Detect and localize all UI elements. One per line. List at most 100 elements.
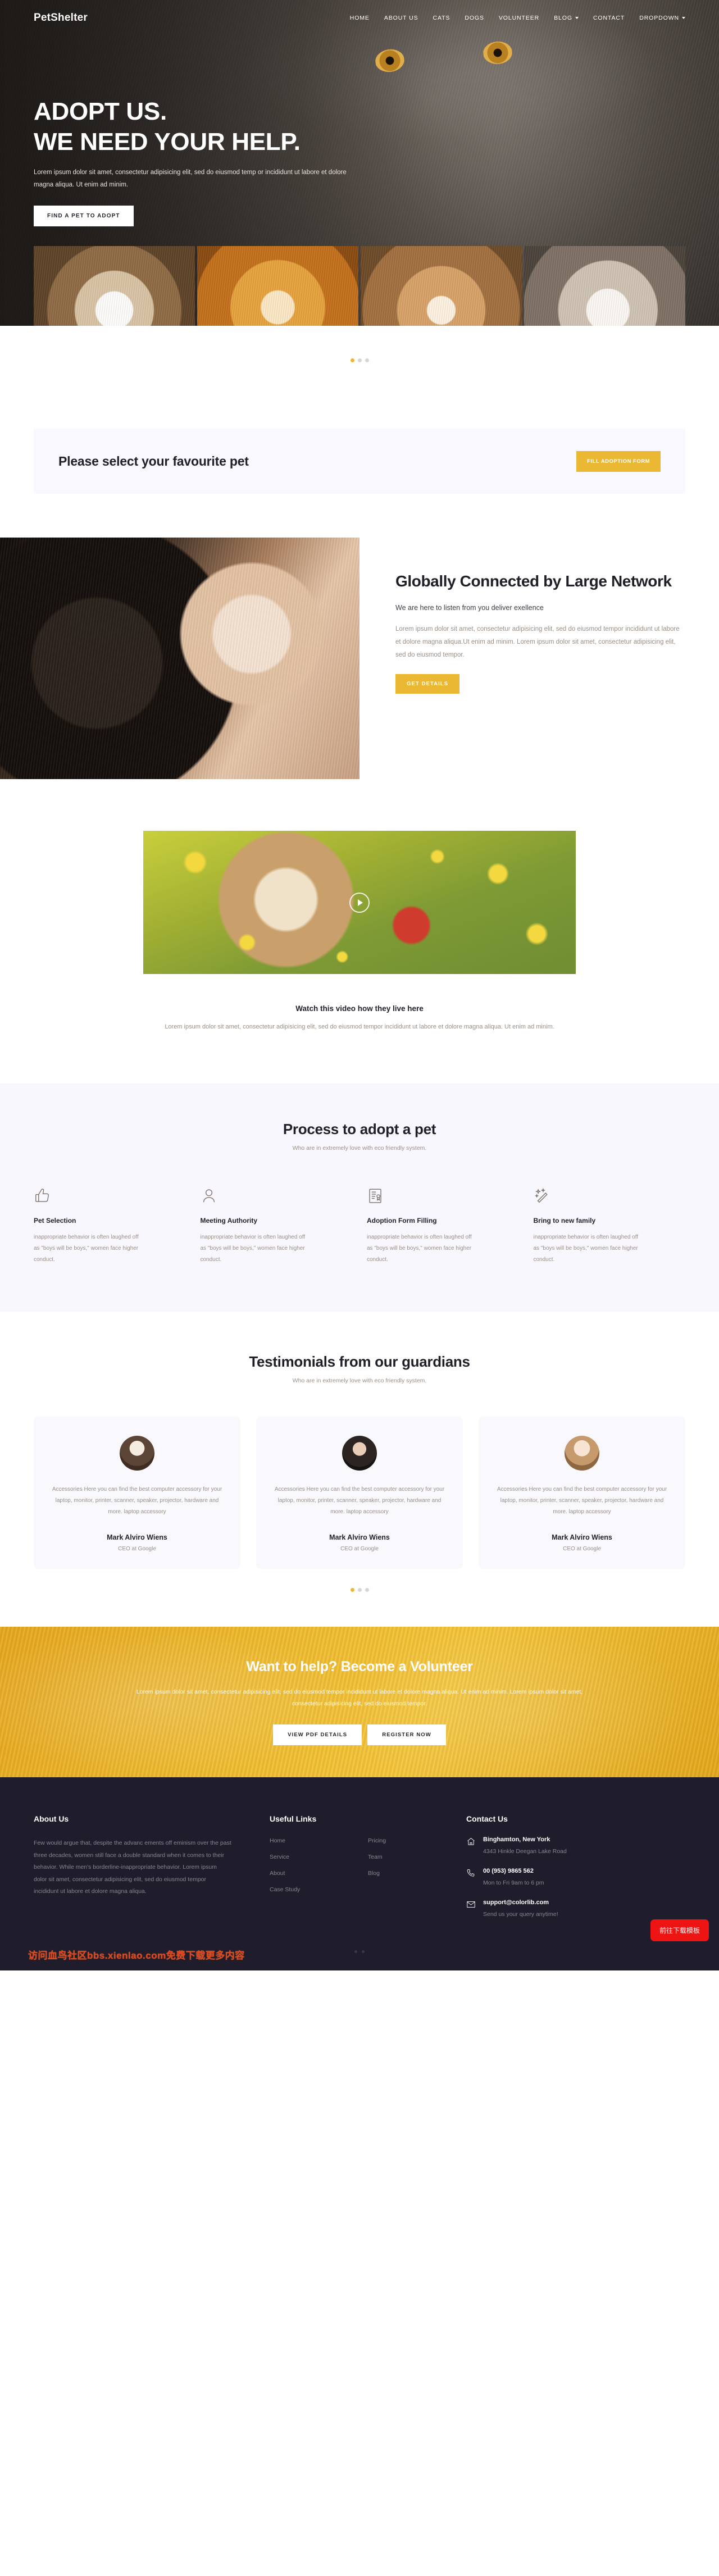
nav-item-volunteer[interactable]: VOLUNTEER <box>499 15 539 21</box>
testimonials-slider-dots <box>34 1588 685 1592</box>
slider-dot-1[interactable] <box>350 358 354 362</box>
testimonials-container: Testimonials from our guardians Who are … <box>34 1353 685 1592</box>
hero-slider-dots-wrap: Please select your favourite pet Fill Ad… <box>0 326 719 494</box>
thumbs-up-icon <box>34 1187 186 1204</box>
hero-slider-dots <box>0 358 719 362</box>
play-icon[interactable] <box>349 892 370 913</box>
testimonial-card: Accessories Here you can find the best c… <box>34 1417 240 1569</box>
testimonial-dot-2[interactable] <box>357 1588 362 1592</box>
globally-connected-section: Globally Connected by Large Network We a… <box>0 538 719 779</box>
contact-sub: Send us your query anytime! <box>483 1911 558 1918</box>
avatar <box>342 1436 377 1471</box>
nav-item-cats[interactable]: CATS <box>433 15 450 21</box>
pet-thumbnail-orange-cat[interactable] <box>197 246 358 326</box>
feature-title: Meeting Authority <box>200 1217 258 1225</box>
select-bar-container: Please select your favourite pet Fill Ad… <box>34 429 685 494</box>
feature-text: inappropriate behavior is often laughed … <box>34 1234 139 1263</box>
hero-subtitle: Lorem ipsum dolor sit amet, consectetur … <box>34 169 347 188</box>
video-section: Watch this video how they live here Lore… <box>0 831 719 1033</box>
process-container: Process to adopt a pet Who are in extrem… <box>34 1121 685 1266</box>
testimonial-role: CEO at Google <box>563 1546 601 1552</box>
pet-thumbnail-dog[interactable] <box>34 246 195 326</box>
download-template-button[interactable]: 前往下载模板 <box>650 1919 709 1941</box>
video-thumbnail[interactable] <box>143 831 576 974</box>
footer-link-pricing[interactable]: Pricing <box>368 1837 466 1844</box>
testimonial-dot-3[interactable] <box>365 1588 369 1592</box>
nav-item-home[interactable]: HOME <box>350 15 370 21</box>
certificate-icon <box>367 1187 519 1204</box>
nav-item-contact[interactable]: CONTACT <box>593 15 625 21</box>
mail-icon <box>466 1900 476 1918</box>
testimonial-role: CEO at Google <box>118 1546 156 1552</box>
hero-title-line1: ADOPT US. <box>34 98 167 125</box>
testimonials-subtitle: Who are in extremely love with eco frien… <box>292 1377 427 1384</box>
testimonial-name: Mark Alviro Wiens <box>107 1533 167 1541</box>
globally-connected-title: Globally Connected by Large Network <box>395 572 672 590</box>
hero-content: ADOPT US. WE NEED YOUR HELP. Lorem ipsum… <box>34 36 685 226</box>
find-a-pet-button[interactable]: FIND A PET TO ADOPT <box>34 205 134 226</box>
nav-label: HOME <box>349 15 370 21</box>
nav-item-dogs[interactable]: DOGS <box>465 15 484 21</box>
nav-label: CONTACT <box>593 15 625 21</box>
footer-columns: About Us Few would argue that, despite t… <box>34 1814 685 1918</box>
chevron-down-icon <box>575 17 579 19</box>
contact-address-text: Binghamton, New York 4343 Hinkle Deegan … <box>483 1836 567 1855</box>
testimonial-quote: Accessories Here you can find the best c… <box>274 1486 445 1515</box>
hero-section: PetShelter HOME ABOUT US CATS DOGS VOLUN… <box>0 0 719 326</box>
testimonial-quote: Accessories Here you can find the best c… <box>52 1486 222 1515</box>
brand-logo[interactable]: PetShelter <box>34 12 88 24</box>
contact-main[interactable]: support@colorlib.com <box>483 1899 558 1906</box>
avatar <box>565 1436 599 1471</box>
footer-decor-dot <box>362 1950 365 1953</box>
phone-icon <box>466 1868 476 1886</box>
footer-link-team[interactable]: Team <box>368 1854 466 1860</box>
cta-title: Want to help? Become a Volunteer <box>246 1659 473 1674</box>
footer-link-home[interactable]: Home <box>270 1837 368 1844</box>
feature-pet-selection: Pet Selection inappropriate behavior is … <box>34 1187 186 1266</box>
testimonial-quote: Accessories Here you can find the best c… <box>497 1486 667 1515</box>
feature-adoption-form-filling: Adoption Form Filling inappropriate beha… <box>367 1187 519 1266</box>
main-navigation: PetShelter HOME ABOUT US CATS DOGS VOLUN… <box>34 0 685 36</box>
feature-bring-to-new-family: Bring to new family inappropriate behavi… <box>534 1187 686 1266</box>
select-bar-title: Please select your favourite pet <box>58 453 249 468</box>
select-favourite-pet-bar: Please select your favourite pet Fill Ad… <box>34 429 685 494</box>
nav-item-blog[interactable]: BLOG <box>554 15 579 21</box>
footer-link-about[interactable]: About <box>270 1870 368 1877</box>
slider-dot-3[interactable] <box>365 358 369 362</box>
contact-row-phone: 00 (953) 9865 562 Mon to Fri 9am to 6 pm <box>466 1868 685 1886</box>
footer-link-case-study[interactable]: Case Study <box>270 1886 368 1893</box>
footer-about-column: About Us Few would argue that, despite t… <box>34 1814 270 1918</box>
contact-main[interactable]: 00 (953) 9865 562 <box>483 1868 544 1874</box>
footer-contact-title: Contact Us <box>466 1814 508 1823</box>
register-now-button[interactable]: REGISTER NOW <box>367 1724 446 1745</box>
fill-adoption-form-button[interactable]: Fill Adoption Form <box>576 450 661 472</box>
view-pdf-details-button[interactable]: VIEW PDF DETAILS <box>273 1724 362 1745</box>
testimonial-dot-1[interactable] <box>350 1588 354 1592</box>
footer-links-grid: Home Service About Case Study Pricing Te… <box>270 1837 466 1903</box>
globally-connected-lead: We are here to listen from you deliver e… <box>395 604 544 612</box>
footer-links-col-2: Pricing Team Blog <box>368 1837 466 1903</box>
process-section: Process to adopt a pet Who are in extrem… <box>0 1084 719 1312</box>
volunteer-cta-section: Want to help? Become a Volunteer Lorem i… <box>0 1627 719 1777</box>
watermark-text: 访问血鸟社区bbs.xienlao.com免费下载更多内容 <box>28 1950 245 1961</box>
get-details-button[interactable]: GET DETAILS <box>395 674 460 694</box>
user-icon <box>201 1187 353 1204</box>
footer-link-blog[interactable]: Blog <box>368 1870 466 1877</box>
nav-item-dropdown[interactable]: DROPDOWN <box>639 15 685 21</box>
contact-sub: Mon to Fri 9am to 6 pm <box>483 1879 544 1886</box>
nav-links: HOME ABOUT US CATS DOGS VOLUNTEER BLOG C… <box>350 15 685 21</box>
footer-link-service[interactable]: Service <box>270 1854 368 1860</box>
slider-dot-2[interactable] <box>357 358 362 362</box>
feature-meeting-authority: Meeting Authority inappropriate behavior… <box>201 1187 353 1266</box>
pet-thumbnail-brown-dog[interactable] <box>361 246 522 326</box>
testimonials-title: Testimonials from our guardians <box>249 1353 470 1370</box>
contact-row-address: Binghamton, New York 4343 Hinkle Deegan … <box>466 1836 685 1855</box>
contact-row-email: support@colorlib.com Send us your query … <box>466 1899 685 1918</box>
testimonial-card: Accessories Here you can find the best c… <box>256 1417 463 1569</box>
play-triangle-icon <box>358 899 363 906</box>
hero-title-line2: WE NEED YOUR HELP. <box>34 128 301 156</box>
testimonial-role: CEO at Google <box>340 1546 379 1552</box>
cta-buttons: VIEW PDF DETAILS REGISTER NOW <box>273 1724 446 1745</box>
pet-thumbnail-persian-cat[interactable] <box>524 246 685 326</box>
nav-item-about-us[interactable]: ABOUT US <box>384 15 418 21</box>
